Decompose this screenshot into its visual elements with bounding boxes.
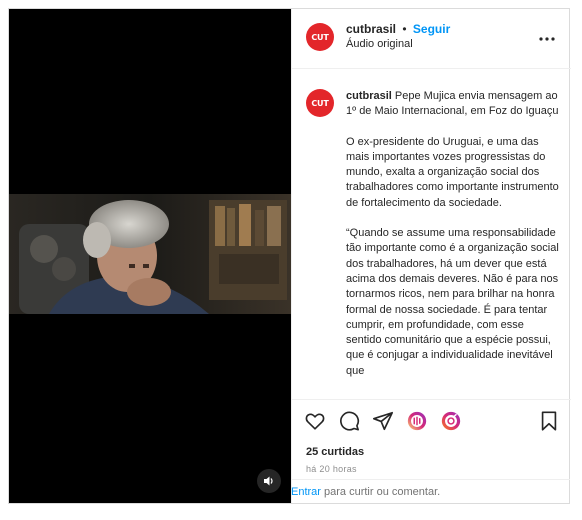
more-horizontal-icon [539, 37, 555, 41]
separator-dot: • [402, 22, 407, 36]
post-header: CUT cutbrasil • Seguir Áudio original [292, 9, 571, 69]
comment-prompt-text: para curtir ou comentar. [320, 486, 441, 498]
video-frame [9, 194, 291, 314]
caption-paragraph: “Quando se assume uma responsabilidade t… [346, 227, 559, 377]
emoji-reaction-icon [441, 411, 461, 431]
post-side-panel: CUT cutbrasil • Seguir Áudio original CU… [291, 9, 571, 503]
comment-button[interactable] [338, 410, 360, 432]
login-link[interactable]: Entrar [291, 486, 321, 498]
username-link[interactable]: cutbrasil [346, 22, 396, 36]
reaction-button[interactable] [440, 410, 462, 432]
post-dialog: CUT cutbrasil • Seguir Áudio original CU… [8, 8, 571, 504]
caption-headline: cutbrasil Pepe Mujica envia mensagem ao … [346, 89, 560, 120]
share-icon [373, 411, 393, 431]
more-options-button[interactable] [537, 29, 557, 49]
caption-scroll-area[interactable]: CUT cutbrasil Pepe Mujica envia mensagem… [292, 69, 571, 399]
follow-button[interactable]: Seguir [413, 22, 450, 36]
share-button[interactable] [372, 410, 394, 432]
bookmark-icon [541, 411, 557, 431]
post-timestamp[interactable]: há 20 horas [306, 464, 357, 474]
emoji-reaction-icon [407, 411, 427, 431]
avatar-logo-text: CUT [311, 98, 329, 108]
heart-icon [305, 413, 325, 430]
video-player[interactable] [9, 9, 291, 503]
audio-toggle-button[interactable] [257, 469, 281, 493]
caption-paragraph: O ex-presidente do Uruguai, e uma das ma… [346, 135, 559, 209]
avatar-logo-text: CUT [311, 32, 329, 42]
like-button[interactable] [304, 410, 326, 432]
audio-label[interactable]: Áudio original [346, 38, 413, 50]
comment-prompt: Entrar para curtir ou comentar. [291, 479, 570, 503]
save-button[interactable] [538, 410, 560, 432]
caption-avatar[interactable]: CUT [306, 89, 334, 117]
avatar[interactable]: CUT [306, 23, 334, 51]
likes-count[interactable]: 25 curtidas [306, 446, 364, 458]
comment-icon [340, 411, 360, 431]
reaction-button[interactable] [406, 410, 428, 432]
caption-username-link[interactable]: cutbrasil [346, 90, 392, 102]
caption-text: cutbrasil Pepe Mujica envia mensagem ao … [346, 89, 560, 394]
header-user-line: cutbrasil • Seguir [346, 22, 450, 36]
volume-icon [264, 476, 273, 486]
